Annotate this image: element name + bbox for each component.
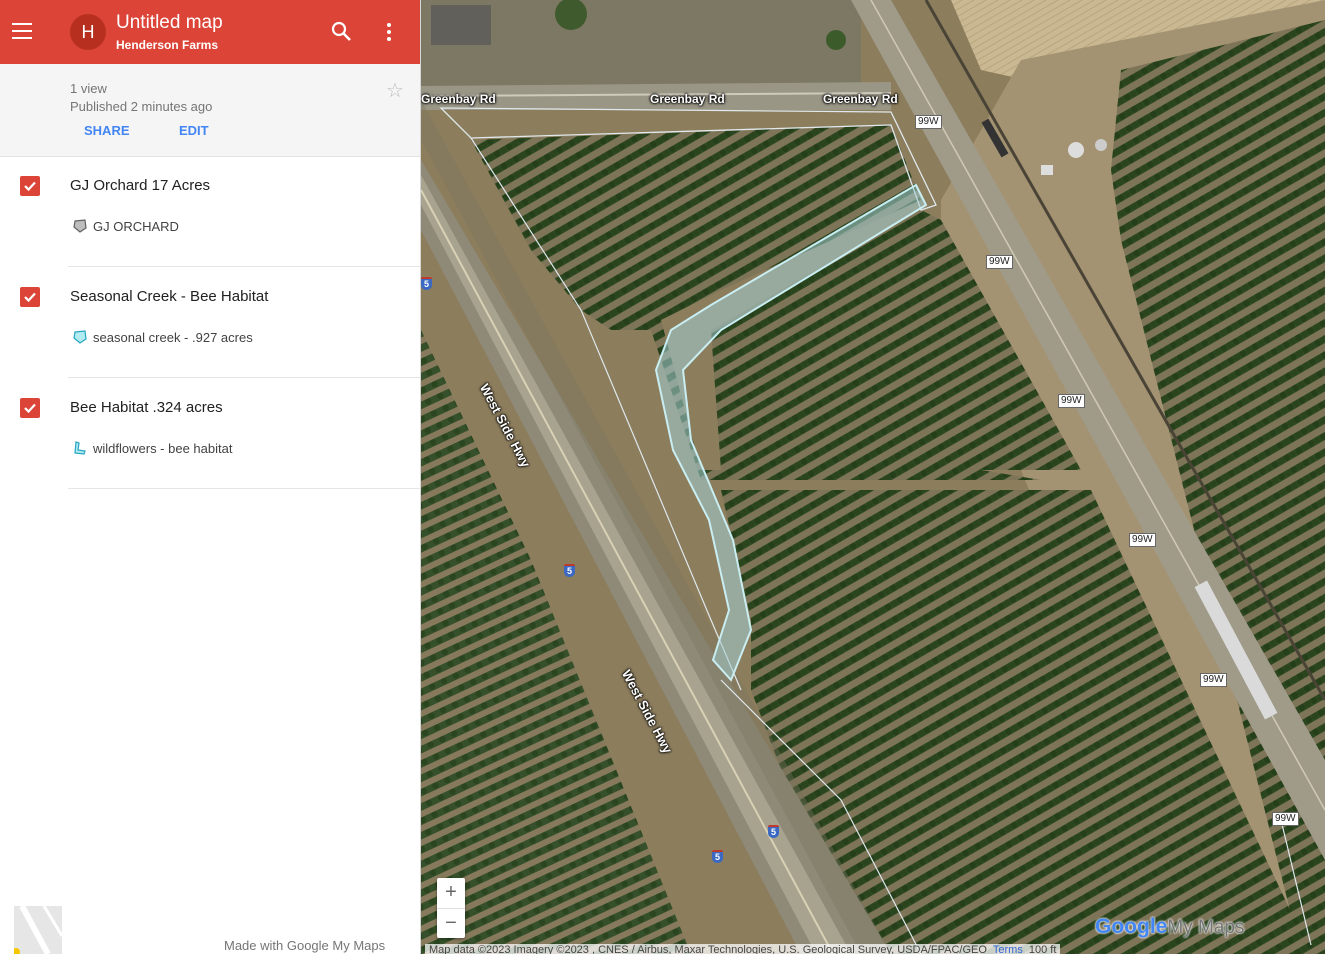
route-shield-i5: 5 bbox=[564, 564, 575, 577]
star-icon[interactable]: ☆ bbox=[386, 78, 404, 103]
feature-label: GJ ORCHARD bbox=[93, 219, 179, 234]
polygon-icon bbox=[73, 330, 87, 344]
mymaps-wordmark: My Maps bbox=[1167, 917, 1245, 938]
zoom-control: + − bbox=[437, 878, 465, 938]
edit-button[interactable]: EDIT bbox=[179, 123, 209, 138]
map-info-panel: 1 view Published 2 minutes ago ☆ SHARE E… bbox=[0, 64, 420, 157]
zoom-in-button[interactable]: + bbox=[437, 878, 465, 909]
route-shield-99w: 99W bbox=[1058, 394, 1085, 408]
route-shield-99w: 99W bbox=[1272, 812, 1299, 826]
road-label: Greenbay Rd bbox=[823, 92, 898, 106]
attribution-text: Map data ©2023 Imagery ©2023 , CNES / Ai… bbox=[429, 944, 987, 954]
route-shield-i5: 5 bbox=[768, 825, 779, 838]
map-owner: Henderson Farms bbox=[116, 38, 219, 52]
feature-label: wildflowers - bee habitat bbox=[93, 441, 233, 456]
polygon-icon bbox=[73, 219, 87, 233]
route-shield-i5: 5 bbox=[712, 850, 723, 863]
view-count: 1 view bbox=[70, 81, 107, 96]
menu-icon[interactable] bbox=[10, 18, 34, 46]
more-options-icon[interactable] bbox=[378, 20, 400, 44]
feature-item[interactable]: wildflowers - bee habitat bbox=[70, 438, 410, 460]
share-button[interactable]: SHARE bbox=[84, 123, 130, 138]
satellite-imagery bbox=[421, 0, 1325, 954]
layer-name[interactable]: GJ Orchard 17 Acres bbox=[70, 177, 210, 194]
terms-link[interactable]: Terms bbox=[993, 944, 1023, 954]
zoom-out-button[interactable]: − bbox=[437, 909, 465, 939]
divider bbox=[68, 488, 420, 489]
layer-name[interactable]: Seasonal Creek - Bee Habitat bbox=[70, 288, 268, 305]
basemap-thumbnail[interactable] bbox=[14, 906, 62, 954]
layer-bee-habitat: Bee Habitat .324 acres wildflowers - bee… bbox=[0, 378, 420, 489]
scale-bar[interactable]: 100 ft bbox=[1029, 944, 1057, 954]
route-shield-i5: 5 bbox=[421, 277, 432, 290]
map-title[interactable]: Untitled map bbox=[116, 12, 223, 34]
feature-label: seasonal creek - .927 acres bbox=[93, 330, 253, 345]
road-label: Greenbay Rd bbox=[650, 92, 725, 106]
layer-checkbox[interactable] bbox=[20, 176, 40, 196]
sidebar: H Untitled map Henderson Farms 1 view Pu… bbox=[0, 0, 421, 954]
google-wordmark: Google bbox=[1095, 915, 1168, 938]
road-label: Greenbay Rd bbox=[421, 92, 496, 106]
app-header: H Untitled map Henderson Farms bbox=[0, 0, 420, 64]
feature-item[interactable]: seasonal creek - .927 acres bbox=[70, 327, 410, 349]
avatar: H bbox=[70, 14, 106, 50]
layer-checkbox[interactable] bbox=[20, 398, 40, 418]
layer-name[interactable]: Bee Habitat .324 acres bbox=[70, 399, 223, 416]
route-shield-99w: 99W bbox=[1129, 533, 1156, 547]
layer-gj-orchard: GJ Orchard 17 Acres GJ ORCHARD bbox=[0, 156, 420, 267]
map-attribution: Map data ©2023 Imagery ©2023 , CNES / Ai… bbox=[425, 944, 1061, 954]
search-icon[interactable] bbox=[330, 20, 354, 44]
made-with-credit[interactable]: Made with Google My Maps bbox=[224, 938, 385, 953]
route-shield-99w: 99W bbox=[1200, 673, 1227, 687]
published-time: Published 2 minutes ago bbox=[70, 99, 213, 114]
polygon-icon bbox=[74, 441, 86, 455]
google-my-maps-logo: GoogleMy Maps bbox=[1095, 915, 1244, 939]
feature-item[interactable]: GJ ORCHARD bbox=[70, 216, 410, 238]
layer-seasonal-creek: Seasonal Creek - Bee Habitat seasonal cr… bbox=[0, 267, 420, 378]
route-shield-99w: 99W bbox=[986, 255, 1013, 269]
layer-checkbox[interactable] bbox=[20, 287, 40, 307]
route-shield-99w: 99W bbox=[915, 115, 942, 129]
map-canvas[interactable]: Greenbay Rd Greenbay Rd Greenbay Rd West… bbox=[421, 0, 1325, 954]
